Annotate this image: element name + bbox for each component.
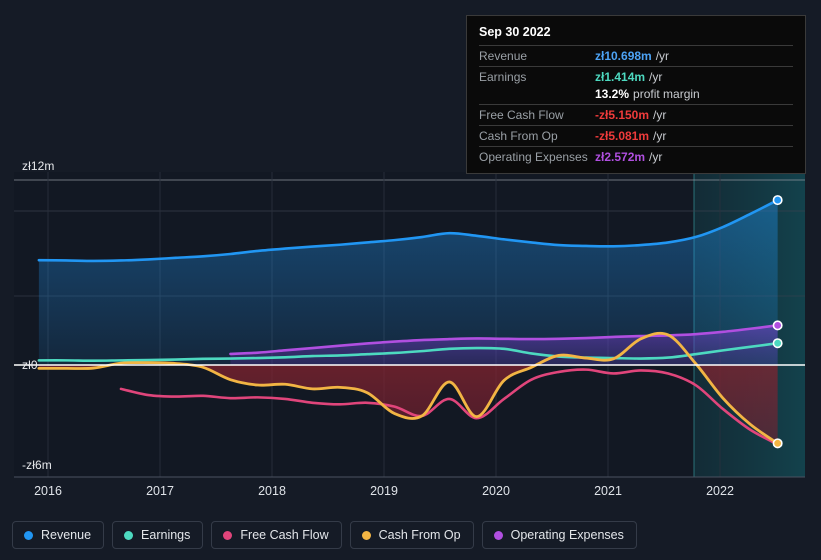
legend-item-label: Cash From Op [378,528,461,542]
tooltip-row: Cash From Op -zł5.081m/yr [479,125,793,146]
chart-legend: Revenue Earnings Free Cash Flow Cash From O… [12,521,637,549]
legend-color-dot-icon [361,530,371,540]
chart-page: zł12m zł0 -zł6m 2016 2017 2018 2019 2020 2021 20… [0,0,821,560]
cash-from-op-endpoint-marker [772,438,783,449]
legend-color-dot-icon [493,530,503,540]
tooltip-row-label: Operating Expenses [479,150,588,164]
x-axis-tick-label: 2021 [594,484,622,498]
tooltip-row-value: zł10.698m [595,49,652,63]
legend-item-label: Earnings [141,528,191,542]
data-tooltip: Sep 30 2022 Revenue zł10.698m/yr Earnings z… [466,15,806,174]
tooltip-row-label: Free Cash Flow [479,108,564,122]
tooltip-row-unit: /yr [649,70,663,84]
y-axis-tick-label: -zł6m [22,458,52,472]
tooltip-row-value: -zł5.081m [595,129,650,143]
operating-expenses-endpoint-marker [772,320,783,331]
tooltip-row-label: Revenue [479,49,528,63]
legend-item-operating-expenses[interactable]: Operating Expenses [481,521,637,549]
tooltip-row-value: 13.2% [595,87,630,101]
legend-color-dot-icon [124,530,134,540]
x-axis-tick-label: 2016 [34,484,62,498]
tooltip-row-value: -zł5.150m [595,108,650,122]
tooltip-row: Earnings zł1.414m/yr [479,66,793,87]
tooltip-row: Free Cash Flow -zł5.150m/yr [479,104,793,125]
legend-item-cash-from-op[interactable]: Cash From Op [349,521,474,549]
tooltip-rows: Revenue zł10.698m/yr Earnings zł1.414m/yr 13… [479,45,793,167]
legend-item-revenue[interactable]: Revenue [12,521,105,549]
y-axis-tick-label: zł0 [22,358,38,372]
tooltip-row: 13.2% profit margin [479,87,793,104]
x-axis-tick-label: 2022 [706,484,734,498]
tooltip-row-label: Cash From Op [479,129,558,143]
tooltip-row-unit: /yr [655,49,670,63]
x-axis-tick-label: 2018 [258,484,286,498]
tooltip-row-value: zł1.414m [595,70,646,84]
tooltip-row-unit: /yr [653,129,667,143]
tooltip-row-unit: /yr [653,108,667,122]
earnings-endpoint-marker [772,338,783,349]
tooltip-row: Revenue zł10.698m/yr [479,45,793,66]
y-axis-tick-label: zł12m [22,159,55,173]
revenue-endpoint-marker [772,195,783,206]
x-axis-tick-label: 2019 [370,484,398,498]
tooltip-row-value: zł2.572m [595,150,646,164]
legend-item-label: Free Cash Flow [240,528,329,542]
legend-color-dot-icon [223,530,233,540]
legend-item-label: Operating Expenses [510,528,624,542]
x-axis-tick-label: 2020 [482,484,510,498]
tooltip-row-unit: /yr [649,150,663,164]
tooltip-row-subtext: profit margin [633,87,700,101]
legend-item-label: Revenue [41,528,92,542]
tooltip-date: Sep 30 2022 [479,25,551,39]
tooltip-row: Operating Expenses zł2.572m/yr [479,146,793,167]
legend-color-dot-icon [24,530,33,540]
tooltip-row-label: Earnings [479,70,527,84]
legend-item-earnings[interactable]: Earnings [112,521,204,549]
legend-item-free-cash-flow[interactable]: Free Cash Flow [211,521,342,549]
x-axis-tick-label: 2017 [146,484,174,498]
